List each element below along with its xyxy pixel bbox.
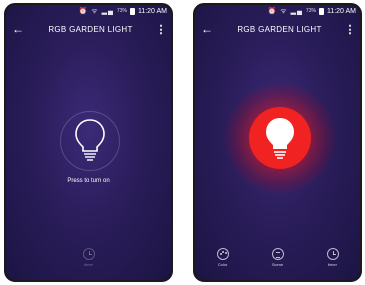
color-label: Color bbox=[217, 262, 228, 267]
phone-off-state: ⏰ ᯤ ▂▄ 73% 11:20 AM ← RGB GARDEN LIGHT ⋮… bbox=[4, 3, 173, 282]
clock-icon bbox=[326, 248, 339, 260]
battery-icon bbox=[129, 7, 135, 15]
app-screen: ⏰ ᯤ ▂▄ 73% 11:20 AM ← RGB GARDEN LIGHT ⋮ bbox=[195, 5, 360, 280]
status-time: 11:20 AM bbox=[326, 7, 356, 15]
app-bar: ← RGB GARDEN LIGHT ⋮ bbox=[195, 17, 360, 41]
battery-icon bbox=[318, 7, 324, 15]
battery-percent: 73% bbox=[305, 8, 316, 14]
clock-icon bbox=[82, 248, 95, 260]
status-icons: ⏰ ᯤ ▂▄ bbox=[78, 7, 114, 15]
bottom-toolbar: timer bbox=[6, 248, 171, 274]
back-arrow-icon[interactable]: ← bbox=[6, 22, 30, 36]
battery-percent: 73% bbox=[116, 8, 127, 14]
lightbulb-on-icon[interactable] bbox=[263, 115, 297, 161]
color-button[interactable]: Color bbox=[203, 248, 243, 267]
scene-button[interactable]: Scene bbox=[258, 248, 298, 267]
status-bar: ⏰ ᯤ ▂▄ 73% 11:20 AM bbox=[6, 5, 171, 17]
more-options-icon[interactable]: ⋮ bbox=[151, 23, 171, 36]
status-time: 11:20 AM bbox=[137, 7, 167, 15]
press-to-turn-on-label: Press to turn on bbox=[67, 178, 110, 184]
timer-label: timer bbox=[328, 262, 337, 267]
more-options-icon[interactable]: ⋮ bbox=[340, 23, 360, 36]
timer-button[interactable]: timer bbox=[69, 248, 109, 267]
scene-label: Scene bbox=[271, 262, 284, 267]
back-arrow-icon[interactable]: ← bbox=[195, 22, 219, 36]
timer-button[interactable]: timer bbox=[313, 248, 353, 267]
app-title: RGB GARDEN LIGHT bbox=[237, 24, 322, 34]
app-screen: ⏰ ᯤ ▂▄ 73% 11:20 AM ← RGB GARDEN LIGHT ⋮… bbox=[6, 5, 171, 280]
timer-label: timer bbox=[84, 262, 93, 267]
app-title: RGB GARDEN LIGHT bbox=[48, 24, 133, 34]
lightbulb-off-icon[interactable] bbox=[73, 117, 107, 163]
scene-icon bbox=[271, 248, 284, 260]
status-icons: ⏰ ᯤ ▂▄ bbox=[267, 7, 303, 15]
phone-on-state: ⏰ ᯤ ▂▄ 73% 11:20 AM ← RGB GARDEN LIGHT ⋮ bbox=[193, 3, 362, 282]
palette-icon bbox=[216, 248, 229, 260]
status-bar: ⏰ ᯤ ▂▄ 73% 11:20 AM bbox=[195, 5, 360, 17]
bottom-toolbar: Color Scene timer bbox=[195, 248, 360, 274]
app-bar: ← RGB GARDEN LIGHT ⋮ bbox=[6, 17, 171, 41]
